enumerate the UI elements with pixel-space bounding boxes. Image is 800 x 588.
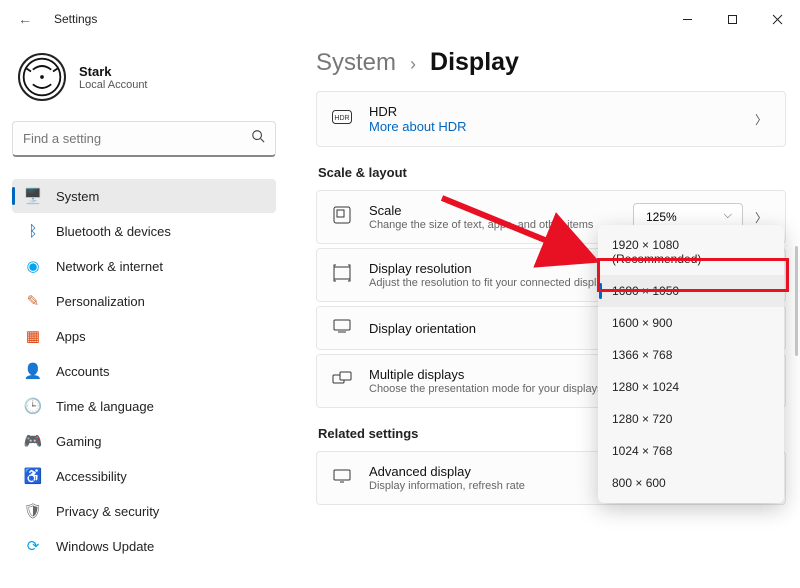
nav-label: Privacy & security bbox=[56, 504, 159, 519]
nav-label: Apps bbox=[56, 329, 86, 344]
resolution-option[interactable]: 1280 × 720 bbox=[598, 403, 784, 435]
nav-icon: ᛒ bbox=[24, 222, 42, 240]
nav-label: Time & language bbox=[56, 399, 154, 414]
nav-label: Accounts bbox=[56, 364, 109, 379]
sidebar-item-gaming[interactable]: 🎮 Gaming bbox=[12, 424, 276, 458]
breadcrumb: System › Display bbox=[316, 48, 786, 77]
multiple-displays-icon bbox=[331, 371, 353, 391]
resolution-option[interactable]: 800 × 600 bbox=[598, 467, 784, 499]
nav-label: Accessibility bbox=[56, 469, 127, 484]
search-icon bbox=[251, 129, 265, 148]
close-button[interactable] bbox=[755, 0, 800, 38]
sidebar-item-accounts[interactable]: 👤 Accounts bbox=[12, 354, 276, 388]
advanced-display-icon bbox=[331, 469, 353, 487]
sidebar-item-apps[interactable]: ▦ Apps bbox=[12, 319, 276, 353]
back-button[interactable]: ← bbox=[14, 11, 36, 27]
sidebar-item-privacy-security[interactable]: 🛡 Privacy & security bbox=[12, 494, 276, 528]
chevron-right-icon: › bbox=[410, 54, 416, 75]
window-title: Settings bbox=[54, 12, 97, 26]
hdr-title: HDR bbox=[369, 104, 735, 119]
chevron-right-icon: 〉 bbox=[751, 111, 771, 128]
breadcrumb-parent[interactable]: System bbox=[316, 49, 396, 77]
scale-title: Scale bbox=[369, 203, 617, 218]
nav-icon: ◉ bbox=[24, 257, 42, 275]
nav-label: Gaming bbox=[56, 434, 102, 449]
hdr-card[interactable]: HDR HDR More about HDR 〉 bbox=[316, 91, 786, 147]
resolution-icon bbox=[331, 264, 353, 286]
sidebar: Stark Local Account 🖥️ System ᛒ Bluetooth &… bbox=[0, 38, 288, 588]
nav-icon: 👤 bbox=[24, 362, 42, 380]
resolution-option[interactable]: 1280 × 1024 bbox=[598, 371, 784, 403]
minimize-button[interactable] bbox=[665, 0, 710, 38]
maximize-button[interactable] bbox=[710, 0, 755, 38]
hdr-link[interactable]: More about HDR bbox=[369, 119, 735, 134]
sidebar-item-network-internet[interactable]: ◉ Network & internet bbox=[12, 249, 276, 283]
avatar bbox=[18, 53, 66, 101]
sidebar-item-accessibility[interactable]: ♿ Accessibility bbox=[12, 459, 276, 493]
resolution-option[interactable]: 1680 × 1050 bbox=[598, 275, 784, 307]
resolution-option[interactable]: 1920 × 1080 (Recommended) bbox=[598, 229, 784, 275]
sidebar-item-system[interactable]: 🖥️ System bbox=[12, 179, 276, 213]
nav-label: Bluetooth & devices bbox=[56, 224, 171, 239]
nav-list: 🖥️ System ᛒ Bluetooth & devices ◉ Network & i… bbox=[12, 179, 276, 563]
scrollbar[interactable] bbox=[795, 246, 798, 356]
nav-icon: 🕒 bbox=[24, 397, 42, 415]
sidebar-item-personalization[interactable]: ✎ Personalization bbox=[12, 284, 276, 318]
scale-desc: Change the size of text, apps, and other… bbox=[369, 219, 617, 231]
hdr-icon: HDR bbox=[331, 110, 353, 128]
nav-icon: ⟳ bbox=[24, 537, 42, 555]
user-block[interactable]: Stark Local Account bbox=[12, 47, 276, 121]
nav-label: System bbox=[56, 189, 99, 204]
svg-text:HDR: HDR bbox=[334, 115, 349, 122]
resolution-dropdown-menu: 1920 × 1080 (Recommended)1680 × 10501600… bbox=[598, 225, 784, 503]
scale-icon bbox=[331, 206, 353, 228]
orientation-icon bbox=[331, 319, 353, 337]
nav-icon: ▦ bbox=[24, 327, 42, 345]
sidebar-item-bluetooth-devices[interactable]: ᛒ Bluetooth & devices bbox=[12, 214, 276, 248]
sidebar-item-windows-update[interactable]: ⟳ Windows Update bbox=[12, 529, 276, 563]
nav-icon: ♿ bbox=[24, 467, 42, 485]
resolution-option[interactable]: 1366 × 768 bbox=[598, 339, 784, 371]
chevron-right-icon[interactable]: 〉 bbox=[751, 209, 771, 226]
nav-icon: 🎮 bbox=[24, 432, 42, 450]
titlebar: ← Settings bbox=[0, 0, 800, 38]
user-name: Stark bbox=[79, 64, 148, 79]
resolution-option[interactable]: 1600 × 900 bbox=[598, 307, 784, 339]
section-scale-layout: Scale & layout bbox=[318, 165, 786, 180]
search-input[interactable] bbox=[23, 131, 251, 146]
resolution-option[interactable]: 1024 × 768 bbox=[598, 435, 784, 467]
sidebar-item-time-language[interactable]: 🕒 Time & language bbox=[12, 389, 276, 423]
nav-label: Network & internet bbox=[56, 259, 163, 274]
search-box[interactable] bbox=[12, 121, 276, 157]
nav-label: Windows Update bbox=[56, 539, 154, 554]
nav-icon: 🛡 bbox=[24, 502, 42, 520]
nav-label: Personalization bbox=[56, 294, 145, 309]
user-account-type: Local Account bbox=[79, 79, 148, 91]
nav-icon: 🖥️ bbox=[24, 187, 42, 205]
nav-icon: ✎ bbox=[24, 292, 42, 310]
page-title: Display bbox=[430, 48, 519, 77]
